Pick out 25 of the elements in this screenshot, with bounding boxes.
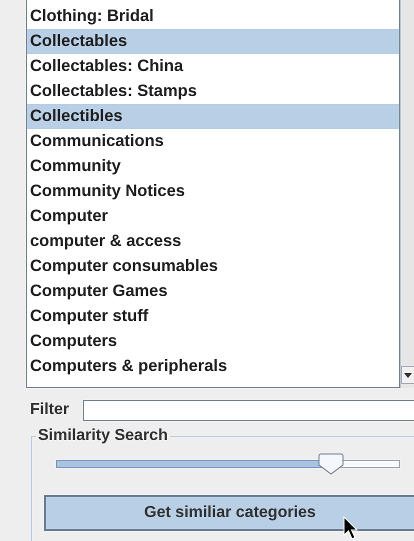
- list-item[interactable]: computer & access: [27, 229, 399, 254]
- slider-track[interactable]: [56, 453, 400, 475]
- scroll-down-button[interactable]: [401, 366, 414, 384]
- list-item[interactable]: Community: [27, 154, 399, 179]
- group-title: Similarity Search: [36, 426, 170, 446]
- down-arrow-icon: [404, 372, 412, 378]
- list-item[interactable]: Computer stuff: [27, 304, 399, 329]
- list-item[interactable]: Computers & peripherals: [27, 354, 399, 379]
- list-item[interactable]: Collectibles: [27, 104, 399, 129]
- list-item[interactable]: Collectables: China: [27, 54, 399, 79]
- list-item[interactable]: Collectables: Stamps: [27, 79, 399, 104]
- list-item[interactable]: Collectables: [27, 29, 399, 54]
- list-item[interactable]: Clothing: Bridal: [27, 4, 399, 29]
- list-item[interactable]: Computer: [27, 204, 399, 229]
- filter-label: Filter: [30, 400, 70, 420]
- scrollbar[interactable]: [400, 0, 414, 388]
- slider-thumb[interactable]: [318, 453, 344, 475]
- get-similar-categories-button[interactable]: Get similiar categories: [44, 495, 414, 531]
- filter-field[interactable]: [83, 400, 414, 420]
- list-item[interactable]: Computer Games: [27, 279, 399, 304]
- list-item[interactable]: Computers: [27, 329, 399, 354]
- list-item[interactable]: Communications: [27, 129, 399, 154]
- list-item[interactable]: Computer consumables: [27, 254, 399, 279]
- list-item[interactable]: Community Notices: [27, 179, 399, 204]
- mouse-cursor-icon: [343, 516, 359, 540]
